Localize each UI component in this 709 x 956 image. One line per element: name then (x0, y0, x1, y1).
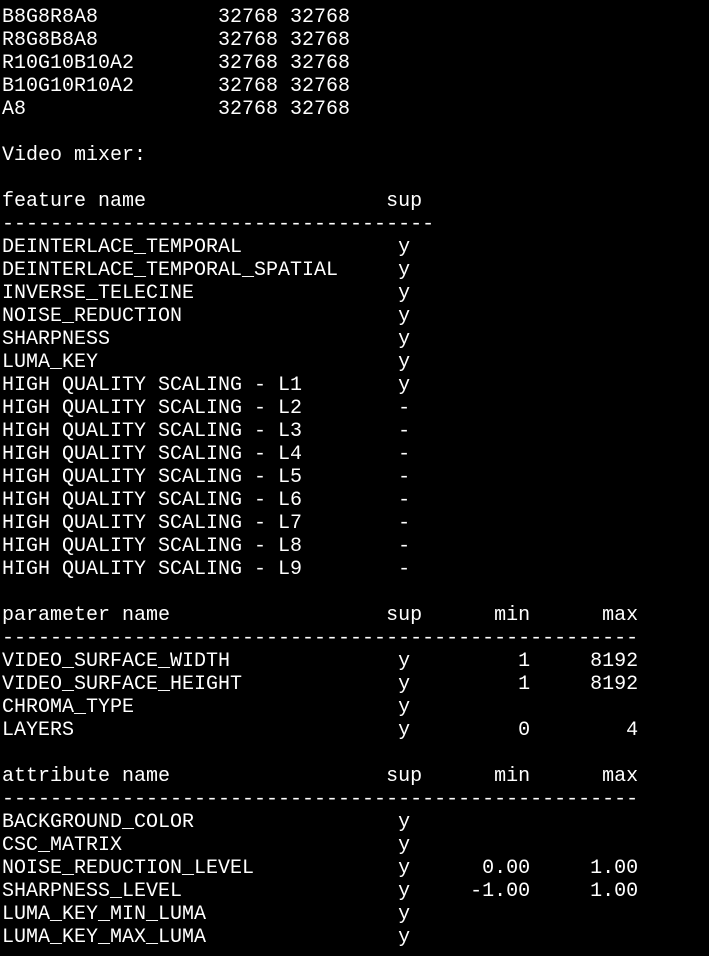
terminal-line: CHROMA_TYPE y (2, 696, 411, 719)
terminal-line: HIGH QUALITY SCALING - L4 - (2, 443, 411, 466)
terminal-line: B10G10R10A2 32768 32768 (2, 75, 351, 98)
terminal-line: DEINTERLACE_TEMPORAL y (2, 236, 411, 259)
terminal-line: CSC_MATRIX y (2, 834, 411, 857)
terminal-line: LUMA_KEY_MAX_LUMA y (2, 926, 411, 949)
terminal-line: parameter name sup min max (2, 604, 639, 627)
terminal-line: attribute name sup min max (2, 765, 639, 788)
terminal-line: SHARPNESS_LEVEL y -1.00 1.00 (2, 880, 639, 903)
terminal-output: B8G8R8A8 32768 32768 R8G8B8A8 32768 32768… (2, 6, 707, 954)
terminal-line: HIGH QUALITY SCALING - L5 - (2, 466, 411, 489)
terminal-line: R8G8B8A8 32768 32768 (2, 29, 351, 52)
terminal-line: HIGH QUALITY SCALING - L1 y (2, 374, 411, 397)
terminal-line: feature name sup (2, 190, 423, 213)
terminal-line: HIGH QUALITY SCALING - L3 - (2, 420, 411, 443)
terminal-line: ------------------------------------ (2, 213, 435, 236)
terminal-line: Video mixer: (2, 144, 147, 167)
terminal-line: ----------------------------------------… (2, 788, 639, 811)
terminal-line: HIGH QUALITY SCALING - L6 - (2, 489, 411, 512)
terminal-line: R10G10B10A2 32768 32768 (2, 52, 351, 75)
terminal-line: HIGH QUALITY SCALING - L8 - (2, 535, 411, 558)
terminal-line: LUMA_KEY y (2, 351, 411, 374)
terminal-line: LAYERS y 0 4 (2, 719, 639, 742)
terminal-line: LUMA_KEY_MIN_LUMA y (2, 903, 411, 926)
terminal-line: DEINTERLACE_TEMPORAL_SPATIAL y (2, 259, 411, 282)
terminal-line: VIDEO_SURFACE_WIDTH y 1 8192 (2, 650, 639, 673)
terminal-line: SHARPNESS y (2, 328, 411, 351)
terminal-line: HIGH QUALITY SCALING - L9 - (2, 558, 411, 581)
terminal-line: ----------------------------------------… (2, 627, 639, 650)
terminal-line: HIGH QUALITY SCALING - L2 - (2, 397, 411, 420)
terminal-line: VIDEO_SURFACE_HEIGHT y 1 8192 (2, 673, 639, 696)
terminal-line: B8G8R8A8 32768 32768 (2, 6, 351, 29)
terminal-line: NOISE_REDUCTION y (2, 305, 411, 328)
terminal-line: HIGH QUALITY SCALING - L7 - (2, 512, 411, 535)
terminal-line: BACKGROUND_COLOR y (2, 811, 411, 834)
terminal-line: A8 32768 32768 (2, 98, 351, 121)
terminal-line: INVERSE_TELECINE y (2, 282, 411, 305)
terminal-line: NOISE_REDUCTION_LEVEL y 0.00 1.00 (2, 857, 639, 880)
